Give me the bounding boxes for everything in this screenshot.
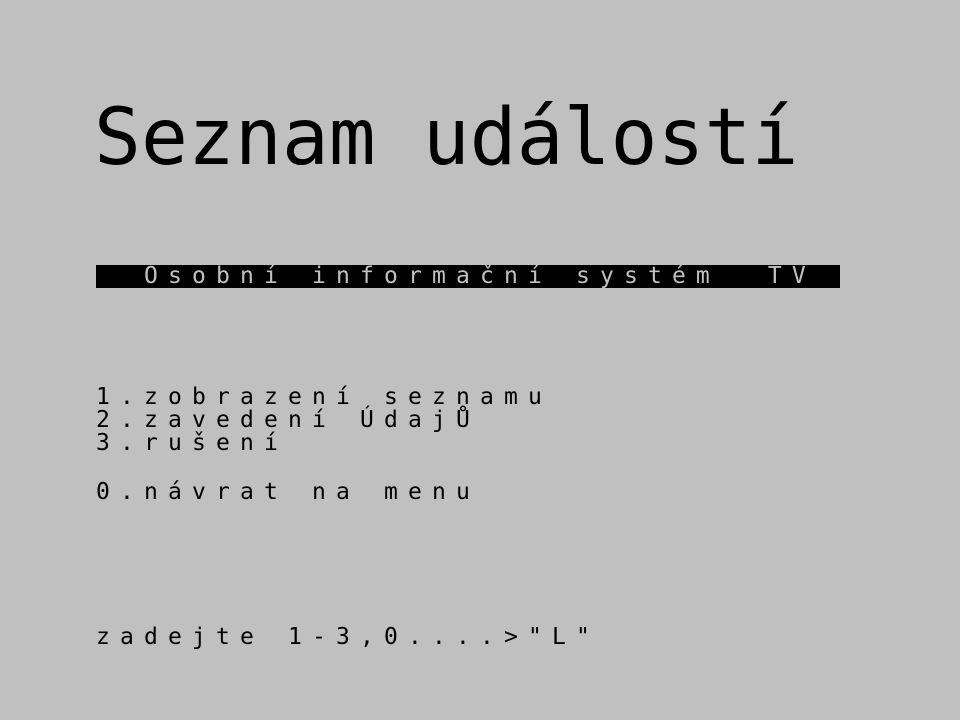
menu-item-back[interactable]: 0.návrat na menu [96,481,480,504]
screen: Seznam událostí Osobní informační systém… [0,0,960,720]
prompt[interactable]: zadejte 1-3,0....>"L" [96,626,600,649]
prompt-text: zadejte 1-3,0....> [96,624,528,650]
page-title: Seznam událostí [94,93,799,183]
menu-item-3[interactable]: 3.rušení [96,432,288,455]
banner: Osobní informační systém TV [96,265,840,288]
menu-item-1[interactable]: 1.zobrazení seznamu [96,386,552,409]
banner-text: Osobní informační systém TV [144,265,816,288]
menu-item-2[interactable]: 2.zavedení ÚdajŮ [96,409,480,432]
prompt-cursor[interactable]: "L" [528,624,600,650]
